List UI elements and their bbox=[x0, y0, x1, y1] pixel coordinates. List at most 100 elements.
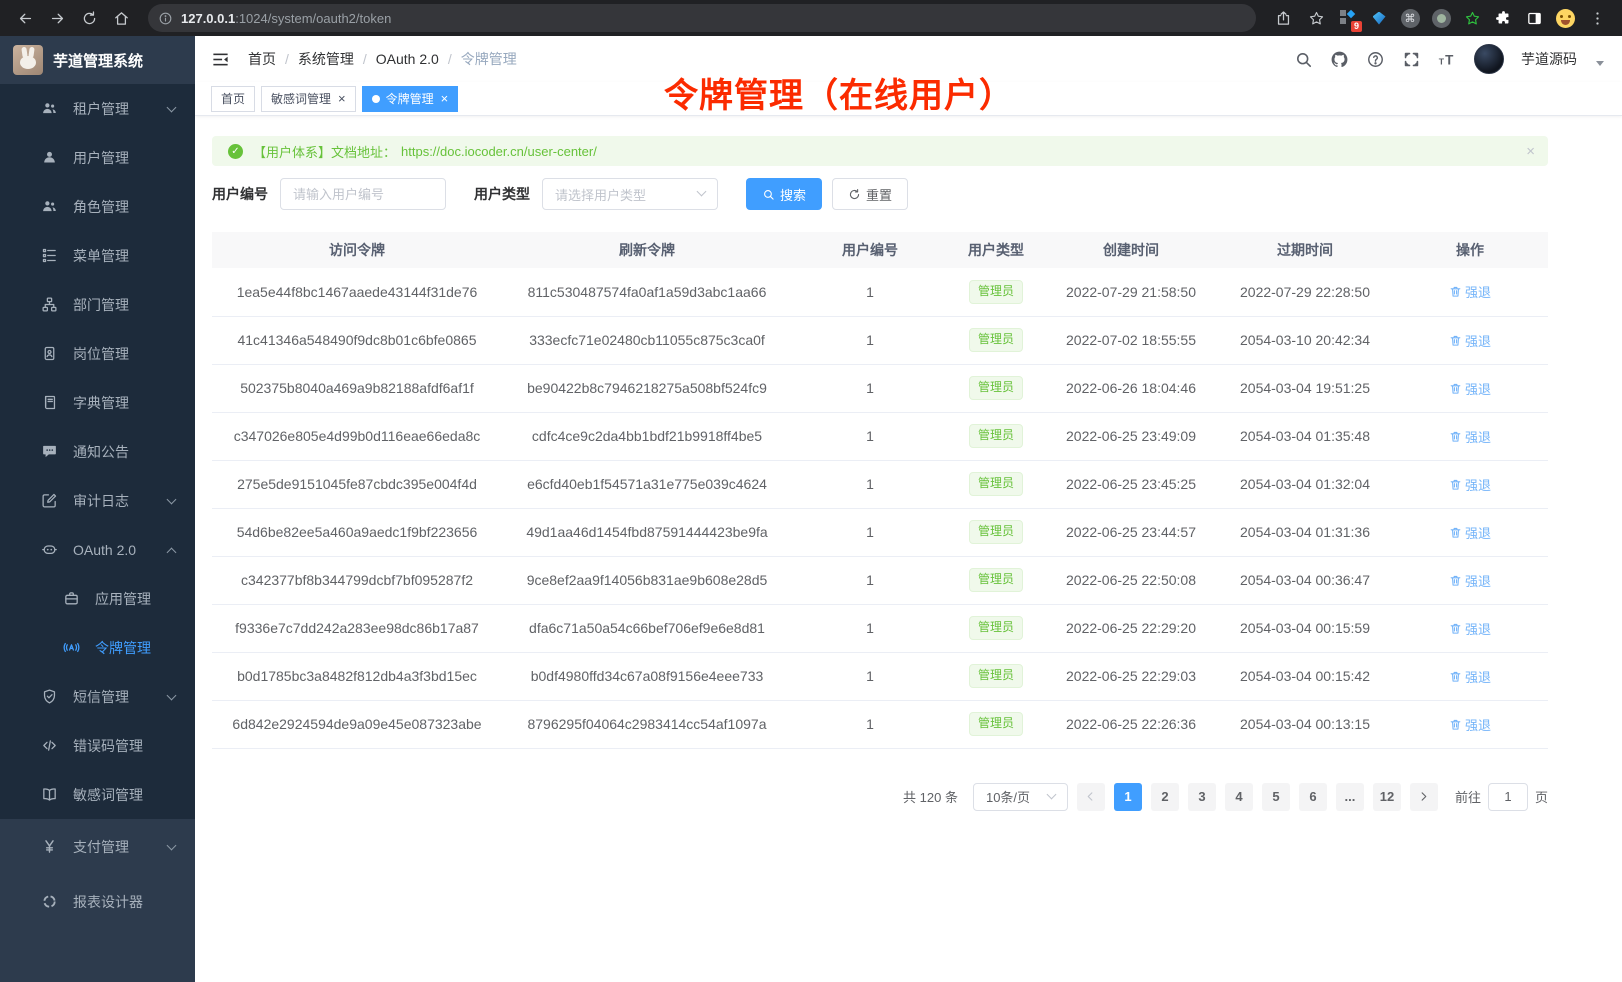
table-row: c342377bf8b344799dcbf7bf095287f2 9ce8ef2… bbox=[212, 556, 1548, 604]
trash-icon bbox=[1449, 382, 1462, 395]
alert-doc-link[interactable]: https://doc.iocoder.cn/user-center/ bbox=[401, 144, 597, 159]
alert-close-icon[interactable]: × bbox=[1526, 143, 1535, 160]
page-number-button[interactable]: 4 bbox=[1225, 783, 1253, 811]
page-number-button[interactable]: 12 bbox=[1373, 783, 1401, 811]
force-logout-button[interactable]: 强退 bbox=[1449, 475, 1491, 494]
site-info-icon[interactable] bbox=[158, 11, 173, 26]
reset-button[interactable]: 重置 bbox=[832, 178, 908, 210]
force-logout-button[interactable]: 强退 bbox=[1449, 331, 1491, 350]
user-type-cell: 管理员 bbox=[948, 268, 1044, 316]
page-tab[interactable]: 敏感词管理 × bbox=[261, 86, 356, 112]
breadcrumb-item[interactable]: 首页 bbox=[248, 49, 298, 69]
sidebar-menu-item[interactable]: 错误码管理 bbox=[0, 721, 195, 770]
user-id-cell: 1 bbox=[792, 604, 948, 652]
profile-avatar-icon[interactable] bbox=[1555, 8, 1575, 28]
sidebar-menu-item[interactable]: 通知公告 bbox=[0, 427, 195, 476]
user-name[interactable]: 芋道源码 bbox=[1521, 49, 1577, 69]
sidebar-menu-item[interactable]: 部门管理 bbox=[0, 280, 195, 329]
sidebar-menu-item[interactable]: 敏感词管理 bbox=[0, 770, 195, 819]
page-number-button[interactable]: 2 bbox=[1151, 783, 1179, 811]
page-size-select[interactable]: 10条/页 bbox=[973, 783, 1068, 811]
tab-close-icon[interactable]: × bbox=[338, 92, 346, 105]
prev-page-button[interactable] bbox=[1077, 783, 1105, 811]
sidebar-menu-item[interactable]: 字典管理 bbox=[0, 378, 195, 427]
search-icon[interactable] bbox=[1294, 50, 1313, 69]
extension-command-icon[interactable]: ⌘ bbox=[1400, 8, 1420, 28]
page-tab[interactable]: 令牌管理 × bbox=[362, 86, 459, 112]
address-bar[interactable]: 127.0.0.1:1024/system/oauth2/token bbox=[148, 4, 1256, 32]
menu-item-icon bbox=[40, 838, 58, 856]
page-number-button[interactable]: 5 bbox=[1262, 783, 1290, 811]
breadcrumb-item[interactable]: 令牌管理 bbox=[461, 49, 517, 69]
col-refresh-token: 刷新令牌 bbox=[502, 232, 792, 268]
menu-item-label: 部门管理 bbox=[73, 295, 129, 315]
force-logout-button[interactable]: 强退 bbox=[1449, 619, 1491, 638]
github-icon[interactable] bbox=[1330, 50, 1349, 69]
user-type-cell: 管理员 bbox=[948, 412, 1044, 460]
bookmark-star-icon[interactable] bbox=[1305, 7, 1327, 29]
next-page-button[interactable] bbox=[1410, 783, 1438, 811]
refresh-token-cell: 8796295f04064c2983414cc54af1097a bbox=[502, 700, 792, 748]
fullscreen-icon[interactable] bbox=[1402, 50, 1421, 69]
user-avatar[interactable] bbox=[1474, 44, 1504, 74]
force-logout-button[interactable]: 强退 bbox=[1449, 427, 1491, 446]
force-logout-button[interactable]: 强退 bbox=[1449, 571, 1491, 590]
refresh-token-cell: dfa6c71a50a54c66bef706ef9e6e8d81 bbox=[502, 604, 792, 652]
page-number-button[interactable]: 6 bbox=[1299, 783, 1327, 811]
browser-back-icon[interactable] bbox=[10, 3, 40, 33]
sidebar-menu-item[interactable]: 岗位管理 bbox=[0, 329, 195, 378]
share-icon[interactable] bbox=[1272, 7, 1294, 29]
sidebar-menu-item[interactable]: 短信管理 bbox=[0, 672, 195, 721]
sidebar-menu-item[interactable]: 租户管理 bbox=[0, 84, 195, 133]
sidebar-menu-item[interactable]: 支付管理 bbox=[0, 819, 195, 874]
sidebar-menu-item[interactable]: OAuth 2.0 bbox=[0, 525, 195, 574]
user-id-cell: 1 bbox=[792, 364, 948, 412]
force-logout-button[interactable]: 强退 bbox=[1449, 715, 1491, 734]
user-menu-caret-icon[interactable] bbox=[1596, 61, 1604, 66]
extension-record-icon[interactable] bbox=[1431, 8, 1451, 28]
side-panel-icon[interactable] bbox=[1524, 8, 1544, 28]
force-logout-button[interactable]: 强退 bbox=[1449, 379, 1491, 398]
expire-time-cell: 2054-03-04 00:15:59 bbox=[1218, 604, 1392, 652]
sidebar-menu-item[interactable]: 角色管理 bbox=[0, 182, 195, 231]
sidebar-menu-item[interactable]: 用户管理 bbox=[0, 133, 195, 182]
page-tab[interactable]: 首页 × bbox=[211, 86, 255, 112]
extension-grid-icon[interactable]: 9 bbox=[1338, 8, 1358, 28]
user-type-select[interactable]: 请选择用户类型 bbox=[542, 178, 718, 210]
help-icon[interactable] bbox=[1366, 50, 1385, 69]
sidebar-menu-item[interactable]: 菜单管理 bbox=[0, 231, 195, 280]
extension-gem-icon[interactable] bbox=[1369, 8, 1389, 28]
menu-item-icon bbox=[40, 688, 58, 706]
table-row: 41c41346a548490f9dc8b01c6bfe0865 333ecfc… bbox=[212, 316, 1548, 364]
browser-forward-icon[interactable] bbox=[42, 3, 72, 33]
menu-item-label: 错误码管理 bbox=[73, 736, 143, 756]
force-logout-button[interactable]: 强退 bbox=[1449, 667, 1491, 686]
user-type-badge: 管理员 bbox=[969, 712, 1023, 736]
sidebar-menu-item[interactable]: 应用管理 bbox=[0, 574, 195, 623]
table-header-row: 访问令牌 刷新令牌 用户编号 用户类型 创建时间 过期时间 操作 bbox=[212, 232, 1548, 268]
trash-icon bbox=[1449, 285, 1462, 298]
goto-page-input[interactable] bbox=[1488, 783, 1528, 811]
sidebar-menu-item[interactable]: 报表设计器 bbox=[0, 874, 195, 929]
breadcrumb-item[interactable]: OAuth 2.0 bbox=[376, 51, 461, 67]
menu-item-label: 令牌管理 bbox=[95, 638, 151, 658]
force-logout-button[interactable]: 强退 bbox=[1449, 282, 1491, 301]
browser-home-icon[interactable] bbox=[106, 3, 136, 33]
user-id-input[interactable] bbox=[280, 178, 446, 210]
browser-menu-icon[interactable] bbox=[1586, 7, 1608, 29]
tab-close-icon[interactable]: × bbox=[441, 92, 449, 105]
collapse-sidebar-icon[interactable] bbox=[211, 50, 230, 69]
browser-reload-icon[interactable] bbox=[74, 3, 104, 33]
extension-green-star-icon[interactable] bbox=[1462, 8, 1482, 28]
page-number-button[interactable]: 1 bbox=[1114, 783, 1142, 811]
font-size-icon[interactable]: TT bbox=[1438, 50, 1457, 69]
page-number-button[interactable]: ... bbox=[1336, 783, 1364, 811]
sidebar-menu-item[interactable]: 审计日志 bbox=[0, 476, 195, 525]
force-logout-button[interactable]: 强退 bbox=[1449, 523, 1491, 542]
page-number-button[interactable]: 3 bbox=[1188, 783, 1216, 811]
extensions-puzzle-icon[interactable] bbox=[1493, 8, 1513, 28]
search-button[interactable]: 搜索 bbox=[746, 178, 822, 210]
chevron-icon bbox=[168, 697, 177, 706]
sidebar-menu-item[interactable]: 令牌管理 bbox=[0, 623, 195, 672]
breadcrumb-item[interactable]: 系统管理 bbox=[298, 49, 376, 69]
